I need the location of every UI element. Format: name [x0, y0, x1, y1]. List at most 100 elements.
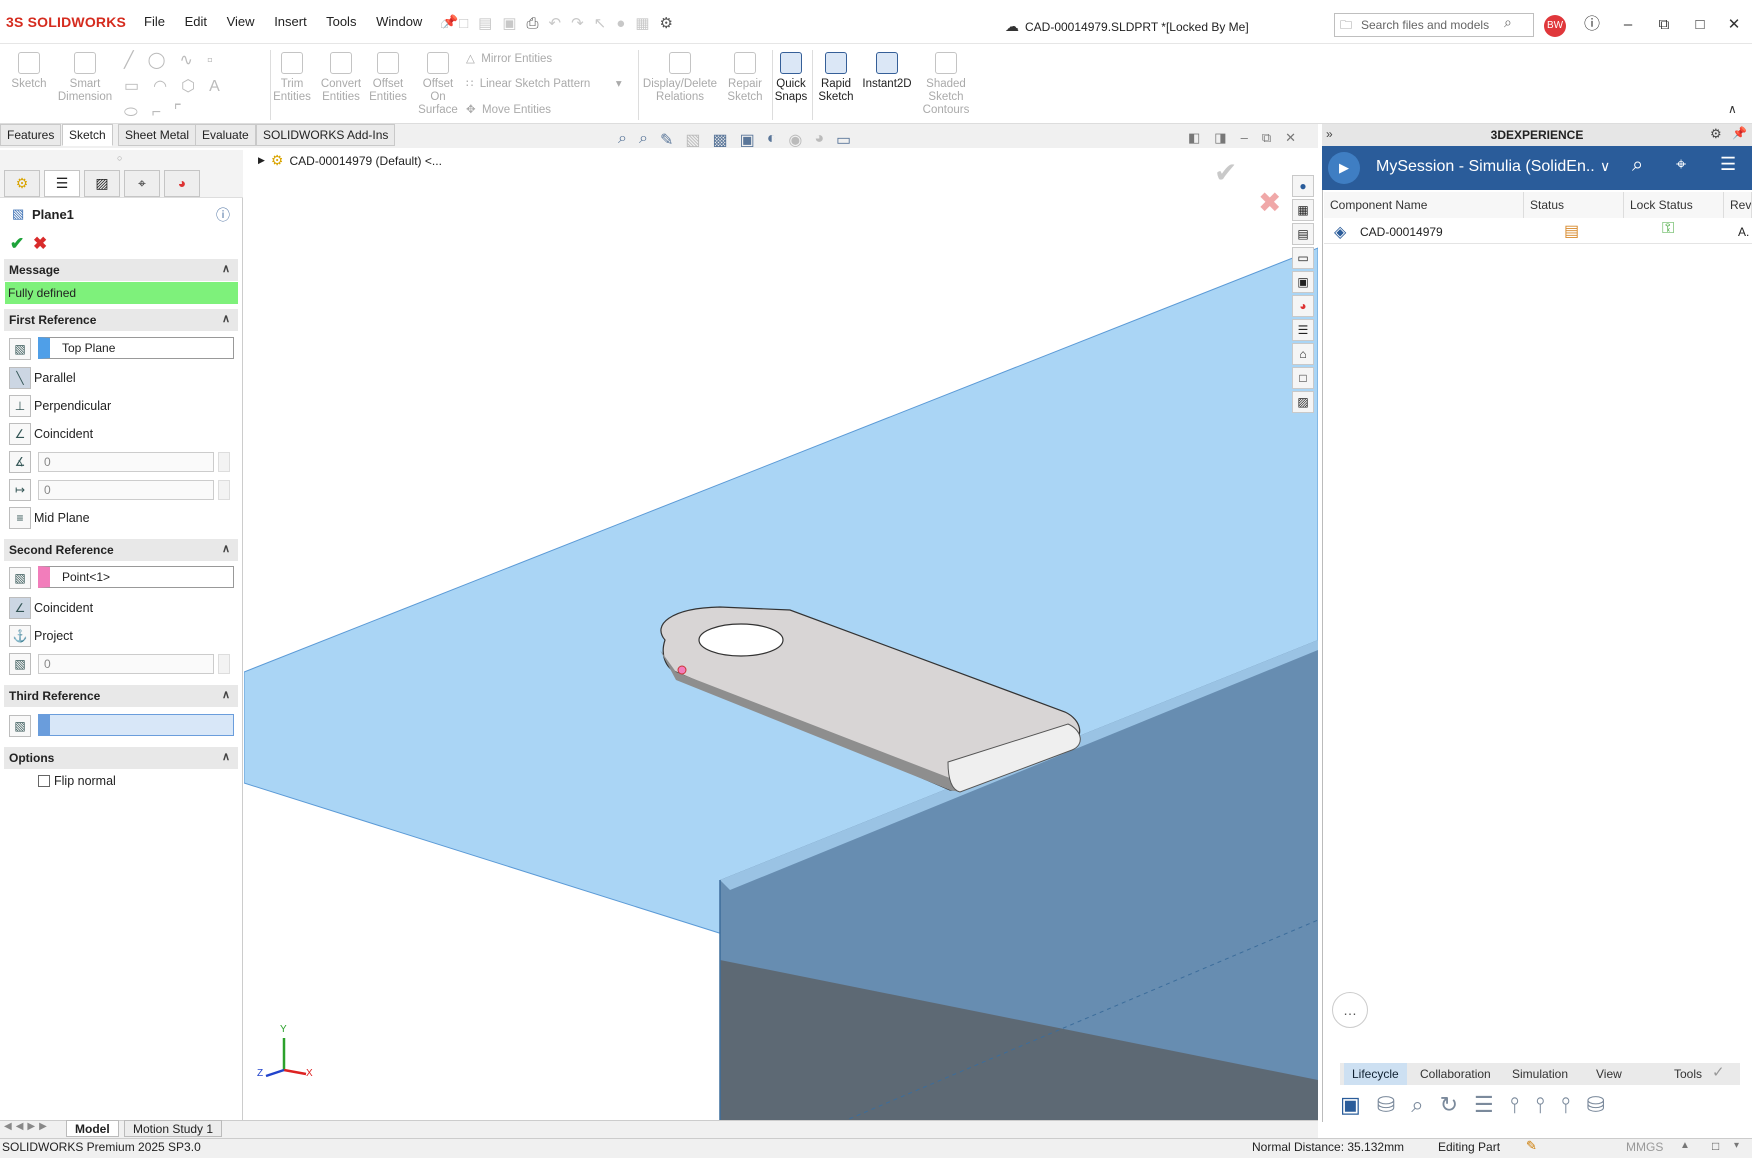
folder-icon[interactable]: ▭ — [1292, 247, 1314, 269]
distance-spinner[interactable] — [218, 480, 230, 500]
minimize-icon[interactable]: – — [1614, 12, 1642, 38]
column-lock-status[interactable]: Lock Status — [1624, 192, 1724, 218]
revision-icon[interactable]: ⫯ — [1535, 1092, 1561, 1117]
sketch-status-icon[interactable]: ✎ — [1526, 1138, 1537, 1154]
viewport-minimize-icon[interactable]: – — [1241, 130, 1262, 145]
line-icon[interactable]: ╱ — [124, 52, 148, 69]
session-name[interactable]: MySession - Simulia (SolidEn... — [1376, 158, 1596, 176]
angle-spinner[interactable] — [218, 452, 230, 472]
menu-insert[interactable]: Insert — [274, 14, 307, 29]
status-dropdown-icon[interactable]: ▾ — [1734, 1140, 1739, 1151]
confirm-cancel-icon[interactable]: ✖ — [1258, 186, 1281, 219]
options-gear-icon[interactable]: ⚙ — [660, 15, 683, 32]
tab-features[interactable]: Features — [0, 124, 62, 146]
smart-dimension-button[interactable]: Smart Dimension — [56, 52, 114, 104]
distance-icon[interactable]: ↦ — [9, 479, 31, 501]
column-status[interactable]: Status — [1524, 192, 1624, 218]
selected-point[interactable] — [677, 665, 687, 675]
tree-icon[interactable]: ☰ — [1474, 1092, 1510, 1117]
second-reference-header[interactable]: Second Reference ∧ — [4, 539, 238, 561]
model-view[interactable] — [244, 150, 1318, 1122]
fillet-icon[interactable]: ⌐ — [152, 104, 175, 121]
display-delete-relations-button[interactable]: Display/Delete Relations — [642, 52, 718, 104]
menu-edit[interactable]: Edit — [185, 14, 207, 29]
collapse-left-icon[interactable]: ◧ — [1188, 130, 1214, 145]
third-reference-header[interactable]: Third Reference ∧ — [4, 685, 238, 707]
tag-icon[interactable]: ⌖ — [1676, 154, 1686, 175]
edit-appearance-icon[interactable]: ◕ — [814, 130, 824, 150]
mid-plane-option[interactable]: Mid Plane — [34, 511, 90, 525]
coincident-option[interactable]: Coincident — [34, 427, 93, 441]
forum-icon[interactable]: □ — [1292, 367, 1314, 389]
parallel-icon[interactable]: ╲ — [9, 367, 31, 389]
repair-sketch-button[interactable]: Repair Sketch — [722, 52, 768, 104]
branch-icon[interactable]: ⫯ — [1561, 1092, 1587, 1117]
component-name-cell[interactable]: CAD-00014979 — [1360, 225, 1443, 239]
convert-entities-button[interactable]: Convert Entities — [318, 52, 364, 104]
display-style-icon[interactable]: ◐ — [767, 130, 777, 150]
angle-icon[interactable]: ∡ — [9, 451, 31, 473]
view-orientation-icon[interactable]: ▣ — [740, 130, 755, 150]
mid-plane-icon[interactable]: ≡ — [9, 507, 31, 529]
property-manager-tab-icon[interactable]: ☰ — [44, 170, 80, 197]
tab-tools[interactable]: Tools — [1666, 1063, 1710, 1085]
move-entities-button[interactable]: ✥ Move Entities — [466, 102, 551, 116]
viewport-close-icon[interactable]: ✕ — [1285, 130, 1310, 145]
quick-tips-icon[interactable]: □ — [1712, 1139, 1719, 1153]
design-library-icon[interactable]: ▦ — [1292, 199, 1314, 221]
view-settings-icon[interactable]: ▭ — [836, 130, 851, 150]
second-reference-field[interactable]: Point<1> — [38, 566, 234, 588]
history-icon[interactable]: ⛁ — [1586, 1092, 1620, 1117]
section-view-icon[interactable]: ▧ — [685, 130, 700, 150]
menu-file[interactable]: File — [144, 14, 165, 29]
rectangle-icon[interactable]: ▭ — [124, 78, 153, 95]
feature-tree-flyout[interactable]: ▶ ⚙ CAD-00014979 (Default) <... — [258, 152, 442, 169]
collapse-right-icon[interactable]: ◨ — [1214, 130, 1240, 145]
avatar[interactable]: BW — [1544, 15, 1566, 37]
project-icon[interactable]: ⚓ — [9, 625, 31, 647]
polygon-icon[interactable]: ⬡ — [181, 78, 209, 95]
save-icon[interactable]: ▣ — [502, 15, 526, 32]
offset-on-surface-button[interactable]: Offset On Surface — [414, 52, 462, 117]
viewport-restore-icon[interactable]: ⧉ — [1262, 130, 1285, 145]
first-reference-header[interactable]: First Reference ∧ — [4, 309, 238, 331]
panel-expand-icon[interactable]: » — [1326, 127, 1333, 141]
tab-evaluate[interactable]: Evaluate — [195, 124, 256, 146]
chamfer-icon[interactable]: ⌜ — [175, 104, 195, 121]
project-distance-spinner[interactable] — [218, 654, 230, 674]
coincident-icon[interactable]: ∠ — [9, 597, 31, 619]
quick-snaps-button[interactable]: Quick Snaps — [774, 52, 808, 104]
undo-icon[interactable]: ↶ — [549, 15, 572, 32]
save-to-platform-icon[interactable]: ▣ — [1340, 1092, 1377, 1117]
compass-icon[interactable]: ▶ — [1328, 152, 1360, 184]
search-icon[interactable]: ⌕ — [1632, 154, 1643, 177]
chat-icon[interactable]: … — [1332, 992, 1368, 1028]
options-header[interactable]: Options ∧ — [4, 747, 238, 769]
close-icon[interactable]: ✕ — [1720, 12, 1748, 38]
linear-pattern-button[interactable]: ∷ Linear Sketch Pattern ▾ — [466, 76, 622, 90]
parallel-option[interactable]: Parallel — [34, 371, 76, 385]
help-icon[interactable]: ⓘ — [1578, 12, 1606, 38]
offset-entities-button[interactable]: Offset Entities — [366, 52, 410, 104]
select-icon[interactable]: ↖ — [594, 15, 617, 32]
dynamic-annotation-icon[interactable]: ▩ — [712, 130, 727, 150]
new-icon[interactable]: □ — [459, 15, 478, 32]
graphics-area[interactable] — [244, 150, 1318, 1122]
bracket-hole[interactable] — [698, 623, 784, 657]
zoom-area-icon[interactable]: ⌕ — [639, 130, 648, 150]
refresh-icon[interactable]: ↻ — [1440, 1092, 1474, 1117]
shaded-contours-button[interactable]: Shaded Sketch Contours — [918, 52, 974, 117]
circle-icon[interactable]: ◯ — [148, 52, 180, 69]
add-node-icon[interactable]: ⫯ — [1510, 1092, 1536, 1117]
config-manager-tab-icon[interactable]: ▨ — [84, 170, 120, 197]
zoom-to-fit-icon[interactable]: ⌕ — [618, 130, 627, 150]
tab-motion-study[interactable]: Motion Study 1 — [124, 1120, 223, 1137]
cancel-x-icon[interactable]: ✖ — [33, 234, 47, 254]
menu-window[interactable]: Window — [376, 14, 422, 29]
dimxpert-tab-icon[interactable]: ⌖ — [124, 170, 160, 197]
previous-view-icon[interactable]: ✎ — [660, 130, 673, 150]
3dexperience-icon[interactable]: ● — [1292, 175, 1314, 197]
explore-icon[interactable]: ⌕ — [1411, 1092, 1439, 1117]
point-icon[interactable]: ▫ — [207, 52, 227, 69]
hide-show-icon[interactable]: ◉ — [788, 130, 802, 150]
